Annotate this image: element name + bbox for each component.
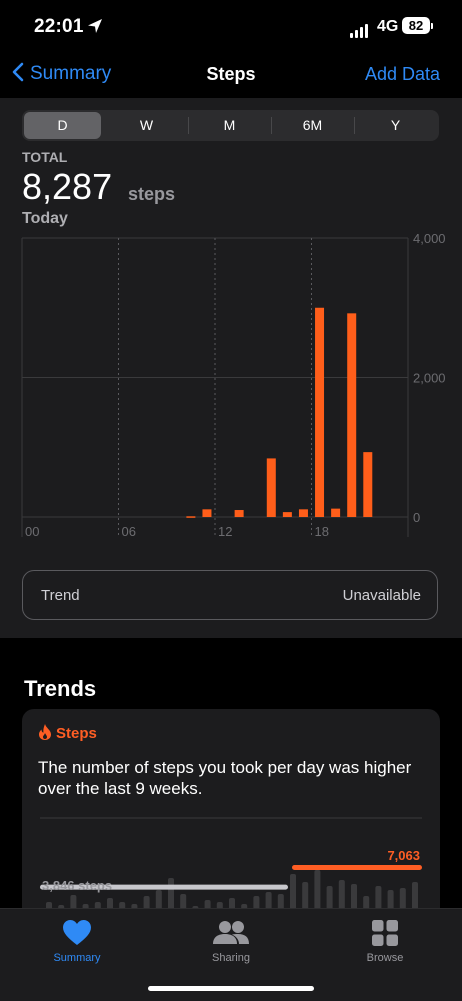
people-icon [213, 921, 249, 944]
period-label: Today [22, 210, 68, 227]
y-tick-label: 2,000 [413, 371, 446, 386]
tab-sharing-label: Sharing [212, 952, 250, 964]
mini-bar [326, 886, 333, 910]
trends-heading: Trends [24, 676, 97, 701]
signal-icon [350, 20, 370, 38]
y-tick-label: 4,000 [413, 231, 446, 246]
x-tick-label: 18 [315, 524, 329, 539]
bar-hour-19 [331, 508, 341, 517]
trend-card[interactable]: 3,846 steps 7,063 Steps The number of ste… [22, 709, 440, 929]
total-label: TOTAL [22, 149, 68, 165]
trend-label: Trend [41, 587, 80, 604]
segment-6-months[interactable]: 6M [271, 112, 354, 139]
trend-mini-chart: 3,846 steps 7,063 [40, 817, 422, 910]
steps-bar-chart[interactable]: 4,0002,000000 06 12 18 [0, 230, 462, 550]
mini-bar [399, 888, 406, 910]
x-tick-label: 12 [218, 524, 232, 539]
bar-hour-11 [202, 509, 212, 517]
period-segmented-control: D W M 6M Y [22, 110, 439, 141]
flame-icon [39, 724, 51, 740]
bar-hour-17 [298, 509, 308, 517]
tab-summary-label: Summary [53, 952, 101, 964]
segment-day[interactable]: D [24, 112, 101, 139]
bar-hour-21 [363, 452, 373, 517]
tab-browse[interactable]: Browse [330, 917, 440, 964]
segment-month[interactable]: M [188, 112, 271, 139]
segment-week[interactable]: W [105, 112, 188, 139]
mini-bar [290, 874, 296, 910]
mini-bar [412, 882, 418, 910]
bar-hour-10 [186, 516, 196, 518]
network-label: 4G [377, 18, 399, 35]
segment-year[interactable]: Y [354, 112, 437, 139]
mini-bar [302, 882, 309, 910]
y-tick-label: 0 [413, 510, 420, 525]
location-arrow-icon [88, 19, 102, 33]
mini-bar [351, 884, 357, 910]
bar-hour-15 [266, 458, 276, 517]
mini-left-avg-label: 3,846 steps [42, 878, 112, 893]
heart-icon [63, 920, 91, 945]
trend-card-title-text: Steps [56, 725, 97, 742]
mini-avg-line-right [292, 865, 422, 870]
trend-card-text: The number of steps you took per day was… [38, 758, 412, 798]
x-tick-label: 06 [122, 524, 136, 539]
x-tick-label: 00 [25, 524, 39, 539]
tab-sharing[interactable]: Sharing [176, 917, 286, 964]
total-unit: steps [128, 184, 176, 204]
mini-bar [375, 886, 382, 910]
mini-right-avg-label: 7,063 [387, 848, 420, 863]
tab-browse-label: Browse [366, 952, 404, 964]
bar-hour-18 [315, 307, 325, 517]
tab-summary[interactable]: Summary [22, 917, 132, 964]
mini-bar [155, 890, 162, 910]
trend-card-title: Steps [38, 724, 97, 742]
mini-bar [387, 890, 394, 910]
trend-value: Unavailable [342, 587, 421, 604]
grid-icon [372, 920, 398, 946]
status-bar: 22:01 4G 82 [0, 0, 462, 52]
bar-hour-16 [282, 512, 292, 517]
bar-hour-13 [234, 510, 244, 517]
bar-hour-20 [347, 313, 357, 517]
add-data-button[interactable]: Add Data [365, 64, 440, 85]
battery-tip [431, 23, 433, 29]
total-value: 8,287 [22, 166, 113, 207]
status-time: 22:01 [34, 16, 84, 37]
mini-bar [168, 878, 174, 910]
battery-icon: 82 [402, 17, 430, 34]
trend-row[interactable]: Trend Unavailable [22, 570, 438, 620]
mini-bar [338, 880, 345, 910]
home-indicator [148, 986, 314, 991]
mini-bar [314, 870, 321, 910]
